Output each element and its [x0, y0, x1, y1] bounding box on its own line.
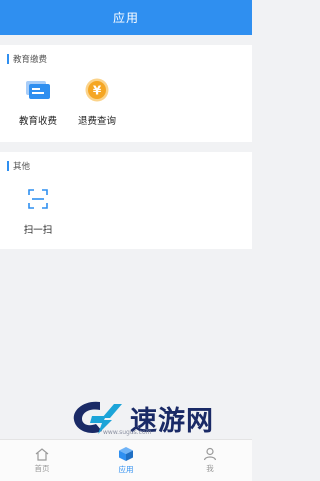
- section-title-text: 其他: [13, 162, 31, 172]
- app-header: 应用: [0, 0, 252, 35]
- tab-label: 应用: [118, 465, 134, 474]
- refund-query-button[interactable]: ¥ 退费查询: [67, 77, 127, 137]
- watermark-url: www.sugus.com: [103, 429, 152, 436]
- section-title: 教育缴费: [7, 53, 47, 65]
- cube-icon: [119, 447, 133, 461]
- tile-label: 退费查询: [77, 116, 116, 127]
- section-accent-bar: [7, 161, 9, 171]
- section-other: 其他 扫一扫: [0, 152, 252, 249]
- section-education-payment: 教育缴费 教育收费 ¥ 退费查询: [0, 45, 252, 142]
- tile-label: 教育收费: [18, 116, 57, 127]
- card-icon: [25, 77, 51, 103]
- scan-button[interactable]: 扫一扫: [8, 186, 68, 246]
- scan-icon: [25, 186, 51, 212]
- tab-me[interactable]: 我: [180, 447, 240, 474]
- tab-label: 首页: [34, 464, 50, 473]
- tile-label: 扫一扫: [23, 225, 53, 236]
- education-fee-button[interactable]: 教育收费: [8, 77, 68, 137]
- section-title-text: 教育缴费: [13, 55, 48, 65]
- home-icon: [35, 448, 49, 461]
- page-title: 应用: [112, 11, 139, 25]
- bottom-tab-bar: 首页 应用 我: [0, 439, 252, 481]
- tab-home[interactable]: 首页: [12, 447, 72, 474]
- user-icon: [203, 447, 217, 461]
- section-accent-bar: [7, 54, 9, 64]
- yuan-coin-icon: ¥: [84, 77, 110, 103]
- tab-apps[interactable]: 应用: [96, 446, 156, 475]
- section-title: 其他: [7, 160, 30, 172]
- tab-label: 我: [206, 464, 214, 473]
- svg-text:¥: ¥: [93, 84, 102, 98]
